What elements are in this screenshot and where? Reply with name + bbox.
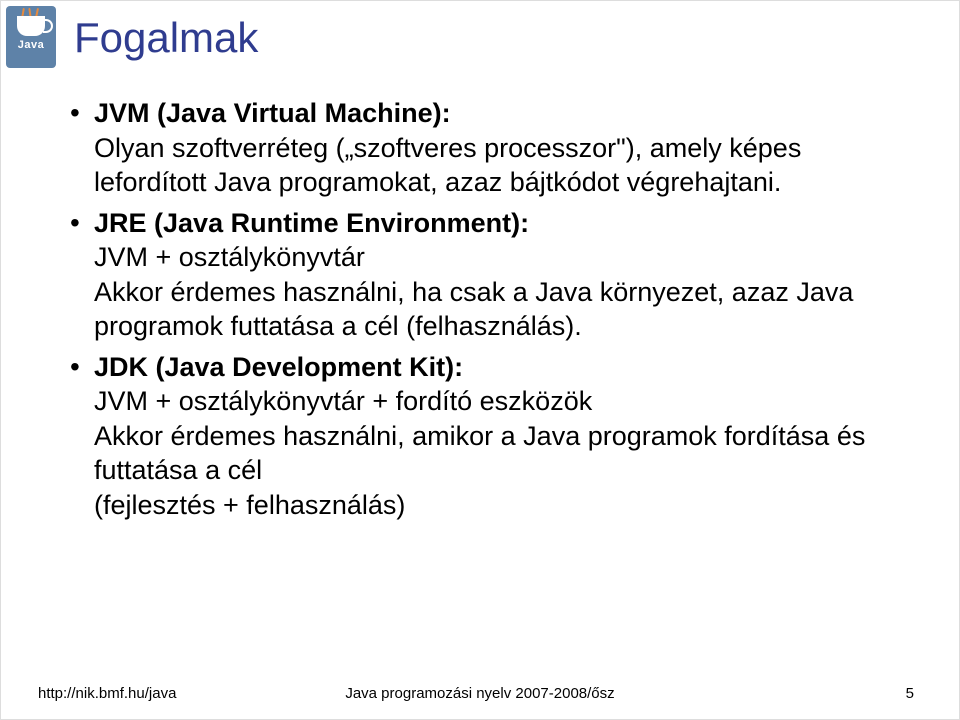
footer-course: Java programozási nyelv 2007-2008/ősz [0,685,960,702]
slide: Java Fogalmak JVM (Java Virtual Machine)… [0,0,960,720]
content-area: JVM (Java Virtual Machine): Olyan szoftv… [70,96,912,529]
item-rest: Olyan szoftverréteg („szoftveres process… [94,133,801,198]
coffee-cup-icon [17,16,45,36]
bullet-icon [70,206,94,344]
item-text: JRE (Java Runtime Environment): JVM + os… [94,206,912,344]
list-item: JRE (Java Runtime Environment): JVM + os… [70,206,912,344]
item-text: JDK (Java Development Kit): JVM + osztál… [94,350,912,523]
item-bold: JDK (Java Development Kit): [94,352,463,382]
item-rest: JVM + osztálykönyvtár + fordító eszközök… [94,386,865,520]
item-rest: JVM + osztálykönyvtárAkkor érdemes haszn… [94,242,853,341]
list-item: JVM (Java Virtual Machine): Olyan szoftv… [70,96,912,200]
list-item: JDK (Java Development Kit): JVM + osztál… [70,350,912,523]
java-logo: Java [6,6,56,68]
page-title: Fogalmak [74,14,258,62]
page-number: 5 [906,685,914,702]
item-bold: JRE (Java Runtime Environment): [94,208,529,238]
bullet-icon [70,350,94,523]
logo-text: Java [18,39,44,51]
item-bold: JVM (Java Virtual Machine): [94,98,451,128]
item-text: JVM (Java Virtual Machine): Olyan szoftv… [94,96,912,200]
bullet-icon [70,96,94,200]
